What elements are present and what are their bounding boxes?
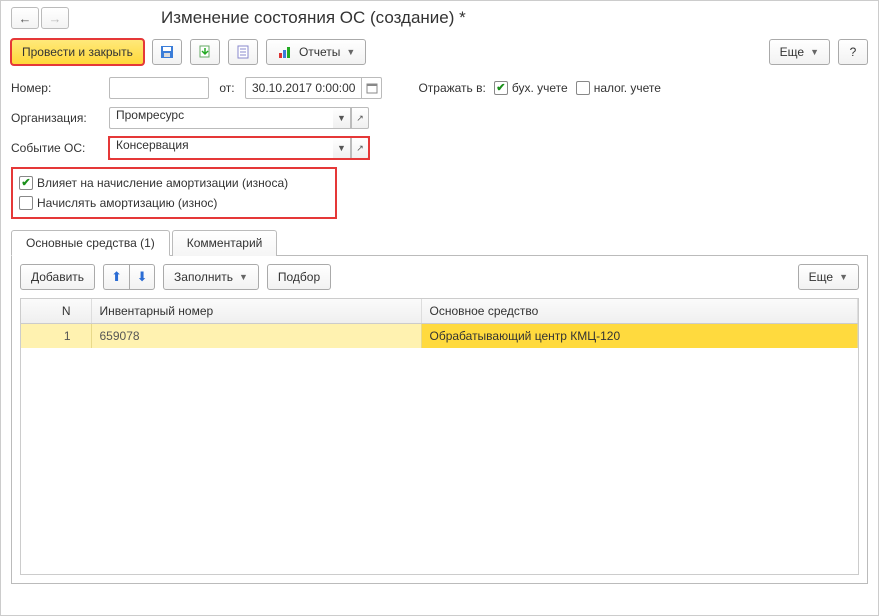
tabs: Основные средства (1) Комментарий [11,229,868,256]
row-organization: Организация: Промресурс ▼ ↗ [11,107,868,129]
amortization-box: Влияет на начисление амортизации (износа… [11,167,337,219]
chevron-down-icon: ▼ [810,47,819,57]
tab-comment[interactable]: Комментарий [172,230,278,256]
more-label: Еще [780,45,804,59]
tab-more-label: Еще [809,270,833,284]
tax-accounting-label: налог. учете [594,81,661,95]
help-button[interactable]: ? [838,39,868,65]
arrow-up-icon: ⬆ [111,269,122,285]
post-button[interactable] [190,39,220,65]
window-root: ← → Изменение состояния ОС (создание) * … [0,0,879,616]
table-row[interactable]: 1 659078 Обрабатывающий центр КМЦ-120 [21,324,858,349]
from-label: от: [217,81,237,95]
row-number-date: Номер: от: 30.10.2017 0:00:00 Отражать в… [11,77,868,99]
reflect-in-label: Отражать в: [418,81,485,95]
organization-select[interactable]: Промресурс ▼ ↗ [109,107,369,129]
checkbox-icon-checked [19,176,33,190]
move-down-button[interactable]: ⬇ [129,264,155,290]
tax-accounting-check[interactable]: налог. учете [576,81,661,95]
calendar-icon [366,82,378,94]
pick-button[interactable]: Подбор [267,264,331,290]
post-and-close-button[interactable]: Провести и закрыть [11,39,144,65]
affects-amort-label: Влияет на начисление амортизации (износа… [37,176,288,190]
tab-more-button[interactable]: Еще ▼ [798,264,859,290]
add-button[interactable]: Добавить [20,264,95,290]
date-field[interactable]: 30.10.2017 0:00:00 [245,77,382,99]
affects-amortization-check[interactable]: Влияет на начисление амортизации (износа… [19,173,288,193]
document-icon [235,44,251,60]
help-label: ? [850,45,857,59]
arrow-down-icon: ⬇ [137,269,148,285]
chevron-down-icon: ▼ [839,272,848,282]
cell-asset: Обрабатывающий центр КМЦ-120 [421,324,858,349]
book-accounting-label: бух. учете [512,81,568,95]
tab-assets-label: Основные средства (1) [26,236,155,250]
reports-button[interactable]: Отчеты ▼ [266,39,366,65]
tab-assets[interactable]: Основные средства (1) [11,230,170,256]
tab-comment-label: Комментарий [187,236,263,250]
post-icon [197,44,213,60]
organization-label: Организация: [11,111,101,125]
cell-n: 1 [21,324,91,349]
col-inv-header[interactable]: Инвентарный номер [91,299,421,324]
event-label: Событие ОС: [11,141,101,155]
open-ref-button[interactable]: ↗ [351,137,369,159]
post-and-close-label: Провести и закрыть [22,45,133,59]
dropdown-button[interactable]: ▼ [333,107,351,129]
chevron-down-icon: ▼ [346,47,355,57]
book-accounting-check[interactable]: бух. учете [494,81,568,95]
reports-label: Отчеты [299,45,340,59]
col-asset-header[interactable]: Основное средство [421,299,858,324]
main-toolbar: Провести и закрыть Отчеты ▼ Еще ▼ ? [11,39,868,65]
fill-label: Заполнить [174,270,233,284]
assets-table-wrap: N Инвентарный номер Основное средство 1 … [20,298,859,575]
event-value: Консервация [109,137,333,159]
save-button[interactable] [152,39,182,65]
checkbox-icon-checked [494,81,508,95]
event-select[interactable]: Консервация ▼ ↗ [109,137,369,159]
calendar-button[interactable] [361,78,381,98]
page-title: Изменение состояния ОС (создание) * [161,8,466,28]
chart-icon [277,44,293,60]
forward-button[interactable]: → [41,7,69,29]
tab-body: Добавить ⬆ ⬇ Заполнить ▼ Подбор Еще ▼ [11,256,868,584]
checkbox-icon [576,81,590,95]
cell-inv: 659078 [91,324,421,349]
nav-row: ← → Изменение состояния ОС (создание) * [11,7,868,29]
dropdown-button[interactable]: ▼ [333,137,351,159]
calc-amortization-check[interactable]: Начислять амортизацию (износ) [19,193,217,213]
move-up-button[interactable]: ⬆ [103,264,129,290]
open-ref-button[interactable]: ↗ [351,107,369,129]
number-input[interactable] [109,77,209,99]
add-label: Добавить [31,270,84,284]
back-button[interactable]: ← [11,7,39,29]
date-value: 30.10.2017 0:00:00 [246,81,361,95]
document-button[interactable] [228,39,258,65]
number-label: Номер: [11,81,101,95]
organization-value: Промресурс [109,107,333,129]
checkbox-icon [19,196,33,210]
pick-label: Подбор [278,270,320,284]
assets-table: N Инвентарный номер Основное средство 1 … [21,299,858,348]
more-button[interactable]: Еще ▼ [769,39,830,65]
row-event: Событие ОС: Консервация ▼ ↗ [11,137,868,159]
calc-amort-label: Начислять амортизацию (износ) [37,196,217,210]
chevron-down-icon: ▼ [239,272,248,282]
save-icon [159,44,175,60]
fill-button[interactable]: Заполнить ▼ [163,264,259,290]
col-n-header[interactable]: N [21,299,91,324]
tab-toolbar: Добавить ⬆ ⬇ Заполнить ▼ Подбор Еще ▼ [20,264,859,290]
